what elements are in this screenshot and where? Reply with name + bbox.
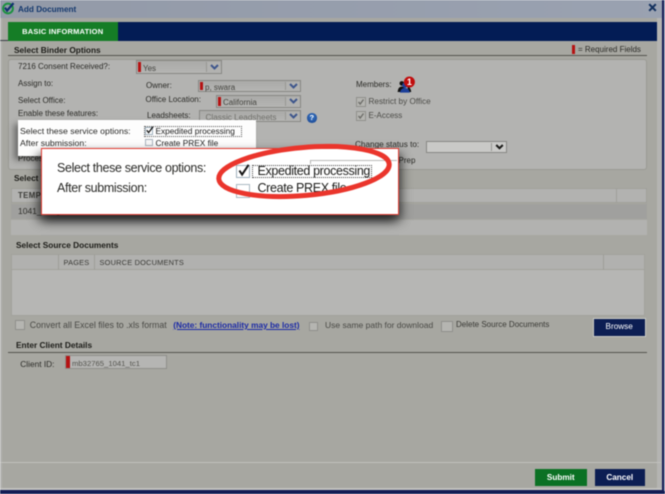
svg-text:1: 1 [407, 77, 412, 87]
